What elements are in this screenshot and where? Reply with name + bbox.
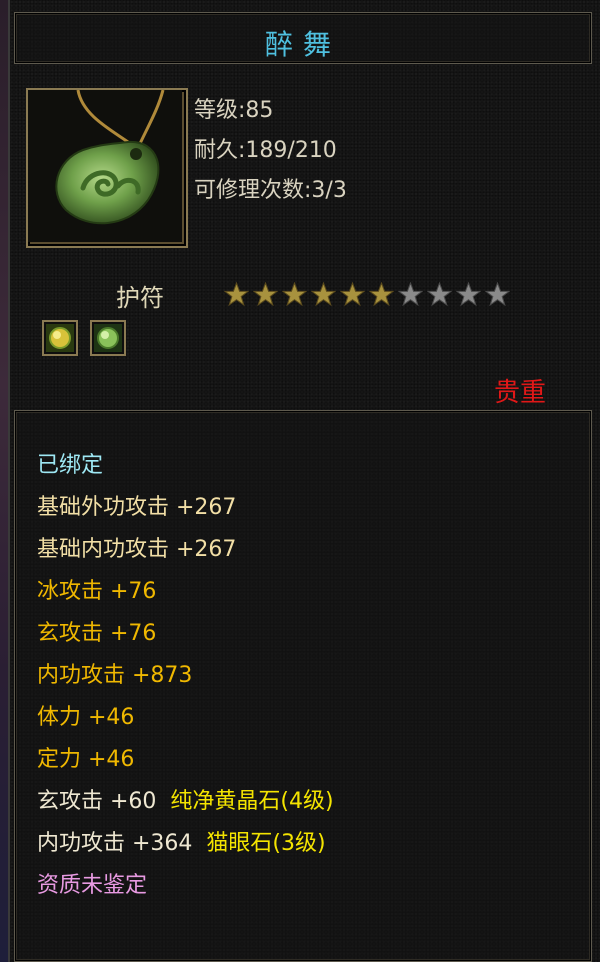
gem-bonus-1: 玄攻击 +60 纯净黄晶石(4级)	[37, 783, 334, 815]
gem-bonus-2-stat: 内功攻击 +364	[37, 831, 193, 856]
gem-icon	[94, 324, 122, 352]
gem-icon	[46, 324, 74, 352]
item-repair-count: 可修理次数:3/3	[194, 178, 347, 203]
attr-base-external-attack: 基础外功攻击 +267	[37, 495, 237, 520]
jade-amulet-icon	[28, 89, 182, 242]
star-empty-icon	[398, 282, 423, 307]
item-name: 醉舞	[264, 28, 341, 61]
gem-bonus-1-name: 纯净黄晶石(4级)	[170, 789, 334, 814]
star-filled-icon	[224, 282, 249, 307]
item-durability: 耐久:189/210	[194, 138, 337, 163]
item-icon-frame[interactable]	[26, 88, 188, 248]
title-bar: 醉舞	[14, 12, 592, 64]
star-empty-icon	[485, 282, 510, 307]
attr-internal-attack: 内功攻击 +873	[37, 663, 193, 688]
attr-mystic-attack: 玄攻击 +76	[37, 621, 157, 646]
star-empty-icon	[456, 282, 481, 307]
item-tooltip: 醉舞 等级:85 耐久:189/210 可修理次数:3/3 护符 贵重 已绑定 …	[8, 0, 600, 962]
bound-status: 已绑定	[37, 453, 104, 478]
gem-socket-2[interactable]	[90, 320, 126, 356]
star-rating	[224, 282, 510, 307]
aptitude-status: 资质未鉴定	[37, 873, 148, 898]
star-filled-icon	[253, 282, 278, 307]
attributes-panel: 已绑定 基础外功攻击 +267 基础内功攻击 +267 冰攻击 +76 玄攻击 …	[14, 410, 592, 962]
item-type: 护符	[116, 284, 164, 312]
gem-socket-1[interactable]	[42, 320, 78, 356]
star-filled-icon	[340, 282, 365, 307]
gem-bonus-2: 内功攻击 +364 猫眼石(3级)	[37, 825, 326, 857]
attr-base-internal-attack: 基础内功攻击 +267	[37, 537, 237, 562]
star-filled-icon	[369, 282, 394, 307]
attr-stamina: 体力 +46	[37, 705, 135, 730]
star-filled-icon	[282, 282, 307, 307]
item-level: 等级:85	[194, 98, 274, 123]
gem-bonus-2-name: 猫眼石(3级)	[206, 831, 326, 856]
left-window-edge	[0, 0, 8, 962]
rarity-label: 贵重	[494, 378, 547, 408]
star-filled-icon	[311, 282, 336, 307]
attr-focus: 定力 +46	[37, 747, 135, 772]
attr-ice-attack: 冰攻击 +76	[37, 579, 157, 604]
gem-bonus-1-stat: 玄攻击 +60	[37, 789, 157, 814]
star-empty-icon	[427, 282, 452, 307]
